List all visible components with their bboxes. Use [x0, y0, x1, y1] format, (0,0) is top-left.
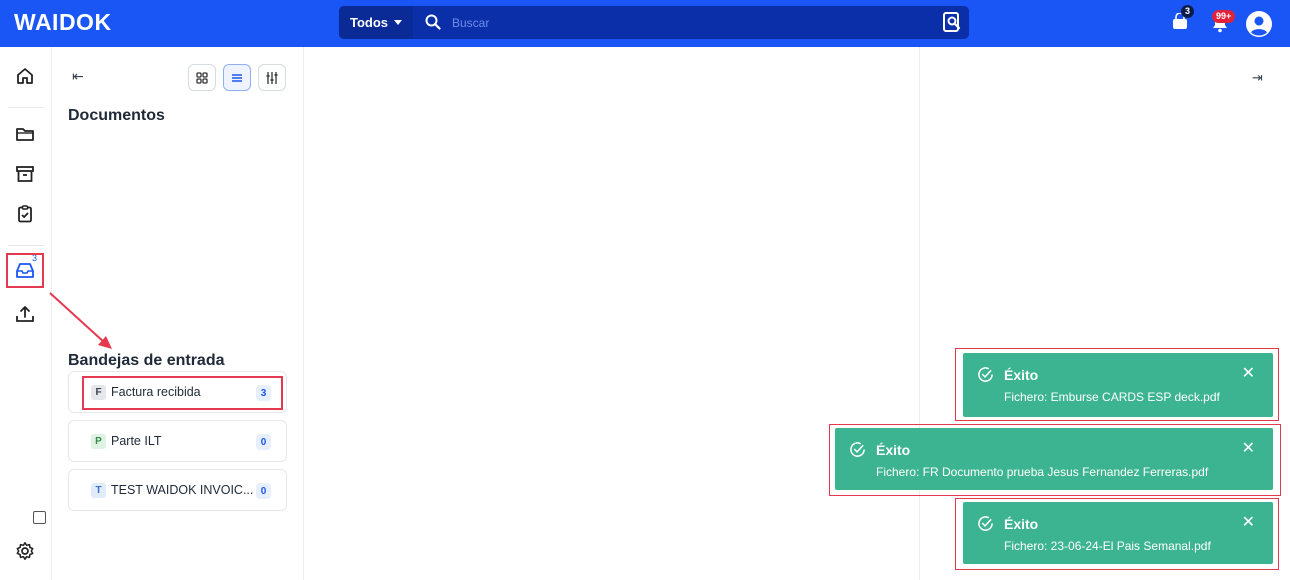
details-panel-divider [919, 47, 920, 580]
annotation-highlight [829, 424, 1281, 496]
annotation-highlight [955, 348, 1279, 421]
annotation-highlight [955, 498, 1279, 570]
expand-panel-icon[interactable]: ⇥ [1252, 70, 1263, 86]
